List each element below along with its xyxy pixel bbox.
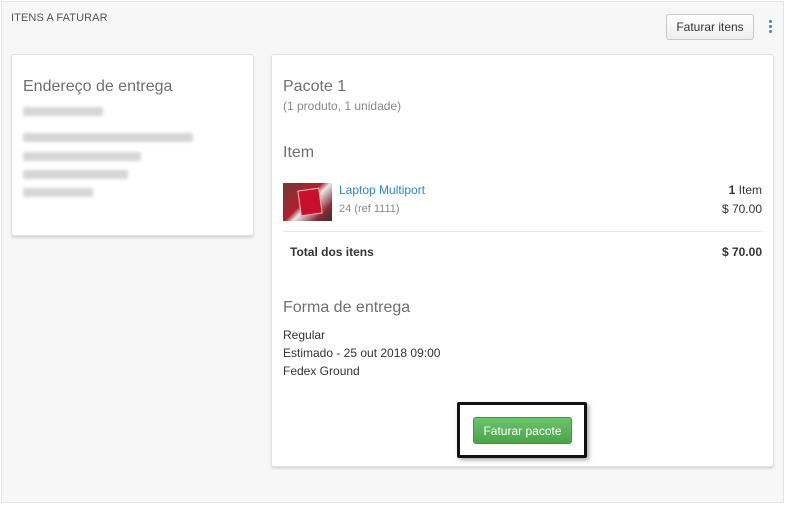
shipping-method-name: Regular: [283, 328, 326, 342]
delivery-address-title: Endereço de entrega: [23, 78, 173, 95]
product-image-detail: [297, 187, 323, 217]
divider: [283, 231, 762, 232]
product-thumbnail: [283, 183, 332, 221]
item-quantity-unit: Item: [738, 183, 762, 197]
address-line-blurred: [23, 188, 93, 197]
faturar-itens-button[interactable]: Faturar itens: [666, 14, 754, 40]
shipping-estimate: Estimado - 25 out 2018 09:00: [283, 346, 441, 360]
kebab-dot: [768, 30, 772, 33]
item-quantity-number: 1: [728, 183, 736, 197]
address-line-blurred: [23, 133, 193, 142]
item-price: $ 70.00: [721, 202, 762, 216]
kebab-dot: [768, 20, 772, 23]
product-name-link[interactable]: Laptop Multiport: [339, 183, 425, 197]
item-quantity: 1 Item: [729, 183, 762, 197]
shipping-method-title: Forma de entrega: [283, 299, 411, 316]
shipping-carrier: Fedex Ground: [283, 364, 360, 378]
items-total-value: $ 70.00: [721, 245, 762, 259]
item-section-title: Item: [283, 144, 315, 161]
package-title: Pacote 1: [283, 78, 347, 95]
address-line-blurred: [23, 152, 141, 161]
kebab-vertical-icon[interactable]: [766, 20, 774, 36]
product-ref: 24 (ref 1111): [339, 203, 400, 215]
delivery-address-card: Endereço de entrega: [11, 54, 254, 236]
faturar-pacote-button[interactable]: Faturar pacote: [473, 417, 572, 444]
kebab-dot: [768, 25, 772, 28]
section-title: ITENS A FATURAR: [11, 12, 108, 24]
package-subtitle: (1 produto, 1 unidade): [283, 99, 402, 113]
items-total-label: Total dos itens: [290, 245, 374, 259]
address-name-blurred: [23, 107, 103, 116]
address-line-blurred: [23, 170, 128, 179]
